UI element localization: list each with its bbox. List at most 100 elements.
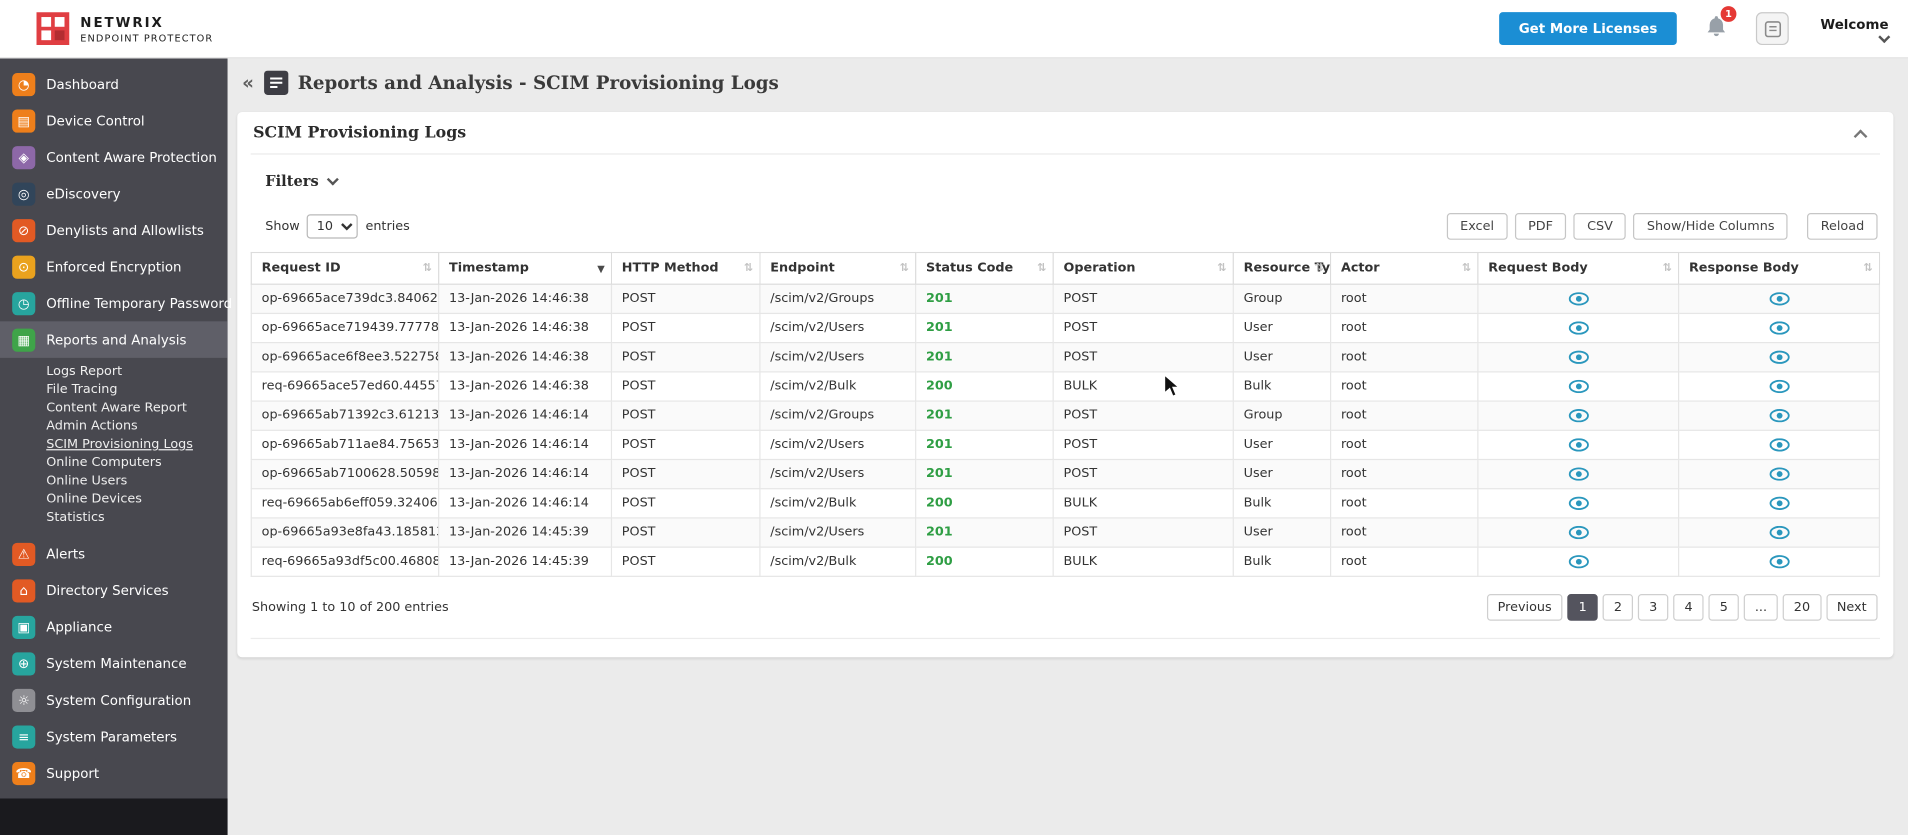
column-header-request-body[interactable]: Request Body xyxy=(1477,251,1680,285)
sidebar-item-content-aware-protection[interactable]: ◈ Content Aware Protection xyxy=(0,139,228,176)
response-body-eye-icon[interactable] xyxy=(1768,408,1790,422)
cell-request-body xyxy=(1477,342,1680,373)
submenu-item-scim-provisioning-logs[interactable]: SCIM Provisioning Logs xyxy=(46,436,227,454)
cell-request-id: req-69665ab6eff059.32406932 xyxy=(250,488,440,519)
list-icon: ≡ xyxy=(12,724,36,748)
cell-timestamp: 13-Jan-2026 14:45:39 xyxy=(438,517,613,548)
sidebar-item-system-maintenance[interactable]: ⊕ System Maintenance xyxy=(0,645,228,682)
response-body-eye-icon[interactable] xyxy=(1768,496,1790,510)
pagination-page-2[interactable]: 2 xyxy=(1602,593,1634,621)
column-header-request-id[interactable]: Request ID xyxy=(250,251,440,285)
request-body-eye-icon[interactable] xyxy=(1568,437,1589,451)
sidebar-item-reports-and-analysis[interactable]: ▦ Reports and Analysis xyxy=(0,321,228,358)
cell-request-id: req-69665a93df5c00.46808935 xyxy=(250,546,440,577)
submenu-item-statistics[interactable]: Statistics xyxy=(46,509,227,527)
cell-request-body xyxy=(1477,312,1680,344)
pagination-ellipsis[interactable]: ... xyxy=(1743,593,1778,621)
sort-icon xyxy=(597,260,604,276)
cell-operation: BULK xyxy=(1052,546,1234,577)
pagination-page-5[interactable]: 5 xyxy=(1708,593,1740,621)
submenu-item-online-computers[interactable]: Online Computers xyxy=(46,454,227,472)
sidebar-item-alerts[interactable]: ⚠ Alerts xyxy=(0,536,228,573)
sidebar-item-appliance[interactable]: ▣ Appliance xyxy=(0,609,228,646)
submenu-item-logs-report[interactable]: Logs Report xyxy=(46,363,227,381)
reports-submenu: Logs Report File Tracing Content Aware R… xyxy=(0,358,228,536)
cell-actor: root xyxy=(1330,429,1479,461)
response-body-eye-icon[interactable] xyxy=(1768,350,1790,364)
table-row: op-69665ace739dc3.84062243 13-Jan-2026 1… xyxy=(250,283,1881,315)
sidebar-item-denylists-allowlists[interactable]: ⊘ Denylists and Allowlists xyxy=(0,212,228,249)
cell-timestamp: 13-Jan-2026 14:46:14 xyxy=(438,400,613,431)
sidebar-item-system-parameters[interactable]: ≡ System Parameters xyxy=(0,718,228,755)
filters-toggle[interactable]: Filters xyxy=(251,155,340,190)
request-body-eye-icon[interactable] xyxy=(1568,320,1589,335)
submenu-item-admin-actions[interactable]: Admin Actions xyxy=(46,417,227,435)
request-body-eye-icon[interactable] xyxy=(1568,291,1589,305)
column-header-endpoint[interactable]: Endpoint xyxy=(759,251,917,285)
denylist-icon: ⊘ xyxy=(12,218,36,242)
table-row: op-69665ab71392c3.61213281 13-Jan-2026 1… xyxy=(250,400,1881,431)
cell-endpoint: /scim/v2/Users xyxy=(759,517,917,548)
cell-resource-type: Group xyxy=(1232,400,1332,431)
sort-icon xyxy=(1462,260,1471,276)
request-body-eye-icon[interactable] xyxy=(1568,466,1589,481)
column-header-actor[interactable]: Actor xyxy=(1330,251,1479,285)
pagination-next-button[interactable]: Next xyxy=(1825,593,1878,621)
pagination-page-20[interactable]: 20 xyxy=(1782,593,1822,621)
submenu-item-content-aware-report[interactable]: Content Aware Report xyxy=(46,399,227,417)
sidebar-item-ediscovery[interactable]: ◎ eDiscovery xyxy=(0,175,228,212)
request-body-eye-icon[interactable] xyxy=(1568,408,1589,422)
excel-button[interactable]: Excel xyxy=(1446,213,1508,240)
csv-button[interactable]: CSV xyxy=(1573,213,1627,240)
response-body-eye-icon[interactable] xyxy=(1768,320,1790,335)
sidebar-item-enforced-encryption[interactable]: ⊙ Enforced Encryption xyxy=(0,248,228,285)
sidebar-item-dashboard[interactable]: ◔ Dashboard xyxy=(0,66,228,103)
pagination-page-3[interactable]: 3 xyxy=(1638,593,1669,621)
sidebar-item-device-control[interactable]: ▤ Device Control xyxy=(0,102,228,139)
response-body-eye-icon[interactable] xyxy=(1768,525,1790,539)
sidebar-collapse-button[interactable]: « xyxy=(242,72,254,94)
column-header-timestamp[interactable]: Timestamp xyxy=(438,251,613,285)
response-body-eye-icon[interactable] xyxy=(1768,379,1790,393)
request-body-eye-icon[interactable] xyxy=(1568,496,1589,510)
submenu-item-online-users[interactable]: Online Users xyxy=(46,472,227,490)
column-header-response-body[interactable]: Response Body xyxy=(1678,251,1881,285)
submenu-item-online-devices[interactable]: Online Devices xyxy=(46,491,227,509)
cell-request-id: op-69665ab71392c3.61213281 xyxy=(250,400,440,431)
filters-label: Filters xyxy=(265,172,319,190)
export-button-group: Excel PDF CSV Show/Hide Columns xyxy=(1446,213,1788,240)
notifications-button[interactable]: 1 xyxy=(1706,6,1737,43)
cell-operation: BULK xyxy=(1052,488,1234,519)
column-header-http-method[interactable]: HTTP Method xyxy=(610,251,761,285)
sidebar-item-directory-services[interactable]: ⌂ Directory Services xyxy=(0,572,228,609)
response-body-eye-icon[interactable] xyxy=(1768,291,1790,305)
request-body-eye-icon[interactable] xyxy=(1568,350,1589,364)
column-header-resource-type[interactable]: Resource Type xyxy=(1232,251,1332,285)
response-body-eye-icon[interactable] xyxy=(1768,437,1790,451)
pagination: Previous 1 2 3 4 5 ... 20 Next xyxy=(1486,593,1878,621)
cell-timestamp: 13-Jan-2026 14:46:38 xyxy=(438,312,613,344)
pagination-previous-button[interactable]: Previous xyxy=(1486,593,1563,621)
cell-http-method: POST xyxy=(610,517,761,548)
column-header-operation[interactable]: Operation xyxy=(1052,251,1234,285)
sidebar-item-support[interactable]: ☎ Support xyxy=(0,755,228,792)
user-menu[interactable]: Welcome xyxy=(1820,16,1891,43)
sidebar-item-offline-temporary-password[interactable]: ◷ Offline Temporary Password xyxy=(0,285,232,322)
collapse-panel-icon[interactable] xyxy=(1853,128,1868,143)
response-body-eye-icon[interactable] xyxy=(1768,466,1790,481)
get-more-licenses-button[interactable]: Get More Licenses xyxy=(1499,12,1677,46)
request-body-eye-icon[interactable] xyxy=(1568,379,1589,393)
sidebar-item-system-configuration[interactable]: ☼ System Configuration xyxy=(0,682,228,719)
request-body-eye-icon[interactable] xyxy=(1568,554,1589,568)
request-body-eye-icon[interactable] xyxy=(1568,525,1589,539)
page-size-select[interactable]: 10 xyxy=(307,214,359,239)
show-hide-columns-button[interactable]: Show/Hide Columns xyxy=(1633,213,1788,240)
pdf-button[interactable]: PDF xyxy=(1514,213,1567,240)
reload-button[interactable]: Reload xyxy=(1807,213,1878,240)
response-body-eye-icon[interactable] xyxy=(1768,554,1790,568)
pagination-page-4[interactable]: 4 xyxy=(1673,593,1704,621)
audit-log-button[interactable] xyxy=(1755,12,1789,46)
submenu-item-file-tracing[interactable]: File Tracing xyxy=(46,381,227,399)
column-header-status-code[interactable]: Status Code xyxy=(915,251,1054,285)
pagination-page-1[interactable]: 1 xyxy=(1567,593,1598,621)
